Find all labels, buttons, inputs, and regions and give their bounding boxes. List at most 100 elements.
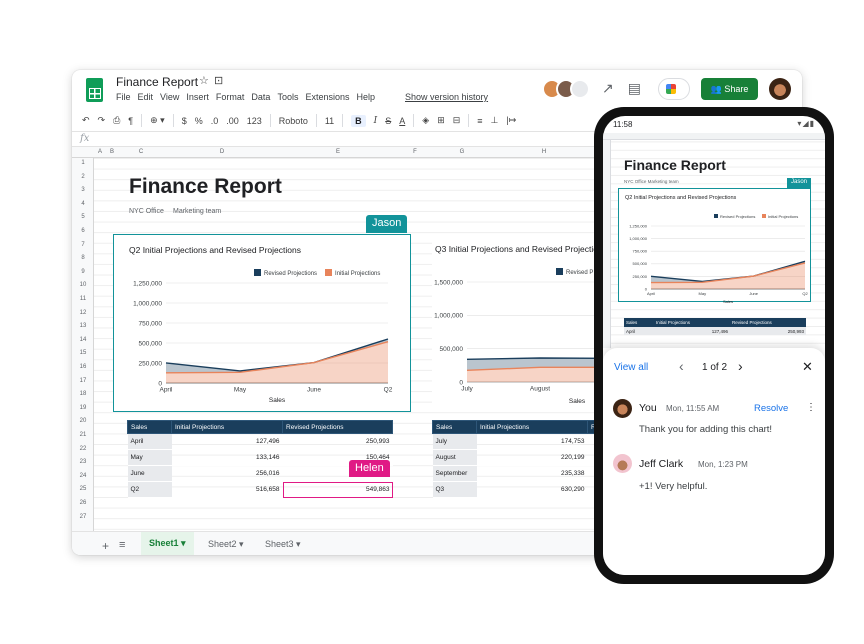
borders-icon[interactable]: ⊞	[437, 115, 445, 126]
tab-sheet1[interactable]: Sheet1 ▾	[141, 532, 194, 555]
strikethrough-button[interactable]: S	[385, 116, 391, 126]
view-all-link[interactable]: View all	[614, 362, 648, 373]
chevron-right-icon[interactable]: ›	[738, 358, 743, 374]
row-header[interactable]: 1	[72, 160, 94, 166]
column-header[interactable]: H	[542, 149, 546, 155]
table-cell[interactable]: 256,016	[171, 465, 283, 482]
close-icon[interactable]: ✕	[802, 359, 813, 375]
increase-decimal-button[interactable]: .00	[226, 116, 239, 126]
row-header[interactable]: 10	[72, 282, 94, 288]
row-header[interactable]: 2	[72, 174, 94, 180]
version-history-link[interactable]: Show version history	[405, 92, 488, 102]
paint-format-icon[interactable]: ¶	[128, 116, 133, 126]
merge-icon[interactable]: ⊟	[453, 115, 461, 126]
row-header[interactable]: 16	[72, 364, 94, 370]
row-header[interactable]: 18	[72, 391, 94, 397]
tab-sheet2[interactable]: Sheet2 ▾	[208, 539, 244, 550]
menu-format[interactable]: Format	[216, 92, 245, 102]
collaborator-avatars[interactable]	[542, 79, 596, 99]
q2-chart[interactable]: Q2 Initial Projections and Revised Proje…	[113, 234, 411, 412]
meet-button[interactable]	[658, 78, 690, 100]
valign-icon[interactable]: ⊥	[491, 115, 499, 126]
menu-data[interactable]: Data	[251, 92, 270, 102]
column-header[interactable]: A	[98, 149, 102, 155]
q3-chart[interactable]: Q3 Initial Projections and Revised Proje…	[432, 234, 602, 412]
table-cell[interactable]: 250,993	[282, 433, 393, 450]
table-cell[interactable]: 133,146	[171, 449, 283, 466]
redo-icon[interactable]: ↷	[98, 115, 106, 126]
tab-sheet3[interactable]: Sheet3 ▾	[265, 539, 301, 550]
star-icon[interactable]: ☆	[199, 74, 209, 87]
column-header[interactable]: E	[336, 149, 340, 155]
row-header[interactable]: 9	[72, 269, 94, 275]
undo-icon[interactable]: ↶	[82, 115, 90, 126]
move-folder-icon[interactable]: ⊡	[214, 74, 223, 87]
more-vert-icon[interactable]: ⋮	[806, 402, 816, 413]
table-header[interactable]: Revised Projections	[282, 420, 393, 434]
row-header[interactable]: 11	[72, 296, 94, 302]
table-cell[interactable]: 250,993	[730, 327, 806, 335]
table-header[interactable]: Initial Projections	[171, 420, 283, 434]
column-header[interactable]: G	[460, 149, 465, 155]
row-header[interactable]: 26	[72, 500, 94, 506]
row-header[interactable]: 12	[72, 310, 94, 316]
table-cell[interactable]: April	[624, 327, 654, 335]
currency-button[interactable]: $	[182, 116, 187, 126]
table-cell[interactable]: August	[432, 449, 477, 466]
avatar[interactable]	[570, 79, 590, 99]
table-cell[interactable]: 127,496	[654, 327, 730, 335]
row-header[interactable]: 6	[72, 228, 94, 234]
table-cell[interactable]: 630,290	[476, 481, 588, 498]
table-cell[interactable]: 174,753	[476, 433, 588, 450]
chevron-left-icon[interactable]: ‹	[679, 358, 684, 374]
table-header[interactable]: Initial Projections	[654, 318, 730, 327]
bold-button[interactable]: B	[351, 114, 366, 127]
table-cell[interactable]: April	[127, 433, 172, 450]
table-cell[interactable]: June	[127, 465, 172, 482]
row-header[interactable]: 8	[72, 255, 94, 261]
column-header[interactable]: B	[110, 149, 114, 155]
font-select[interactable]: Roboto	[279, 116, 308, 126]
print-icon[interactable]: ⎙	[113, 115, 120, 126]
resolve-button[interactable]: Resolve	[754, 403, 788, 414]
menu-file[interactable]: File	[116, 92, 131, 102]
table-cell[interactable]: 516,658	[171, 481, 283, 498]
table-cell[interactable]: May	[127, 449, 172, 466]
row-header[interactable]: 19	[72, 405, 94, 411]
table-cell[interactable]: 127,496	[171, 433, 283, 450]
row-header[interactable]: 5	[72, 214, 94, 220]
table-header[interactable]: Sales	[127, 420, 172, 434]
zoom-icon[interactable]: ⊕ ▾	[150, 115, 165, 126]
table-header[interactable]: Initial Projections	[476, 420, 588, 434]
add-sheet-icon[interactable]: +	[102, 539, 109, 553]
row-header[interactable]: 27	[72, 514, 94, 520]
menu-help[interactable]: Help	[356, 92, 375, 102]
menu-extensions[interactable]: Extensions	[305, 92, 349, 102]
column-header[interactable]: C	[139, 149, 143, 155]
user-avatar[interactable]	[769, 78, 791, 100]
table-cell[interactable]: 220,199	[476, 449, 588, 466]
table-cell[interactable]: July	[432, 433, 477, 450]
menu-insert[interactable]: Insert	[186, 92, 209, 102]
row-header[interactable]: 7	[72, 242, 94, 248]
table-cell[interactable]: September	[432, 465, 477, 482]
trend-icon[interactable]: ↗	[602, 80, 614, 97]
column-header[interactable]: F	[413, 149, 417, 155]
row-header[interactable]: 3	[72, 187, 94, 193]
row-header[interactable]: 4	[72, 201, 94, 207]
phone-sheet[interactable]: Finance Report NYC Office Marketing team…	[603, 133, 825, 348]
text-color-button[interactable]: A	[399, 116, 405, 126]
table-cell[interactable]: Q2	[127, 481, 172, 498]
font-size-select[interactable]: 11	[325, 116, 334, 126]
percent-button[interactable]: %	[195, 116, 203, 126]
fill-color-icon[interactable]: ◈	[422, 115, 429, 126]
document-title[interactable]: Finance Report	[116, 75, 198, 89]
align-icon[interactable]: ≡	[477, 116, 482, 126]
row-header[interactable]: 24	[72, 473, 94, 479]
all-sheets-icon[interactable]: ≡	[119, 539, 125, 551]
wrap-icon[interactable]: |↦	[506, 115, 516, 126]
row-header[interactable]: 13	[72, 323, 94, 329]
row-header[interactable]: 23	[72, 459, 94, 465]
row-header[interactable]: 14	[72, 337, 94, 343]
row-header[interactable]: 15	[72, 350, 94, 356]
